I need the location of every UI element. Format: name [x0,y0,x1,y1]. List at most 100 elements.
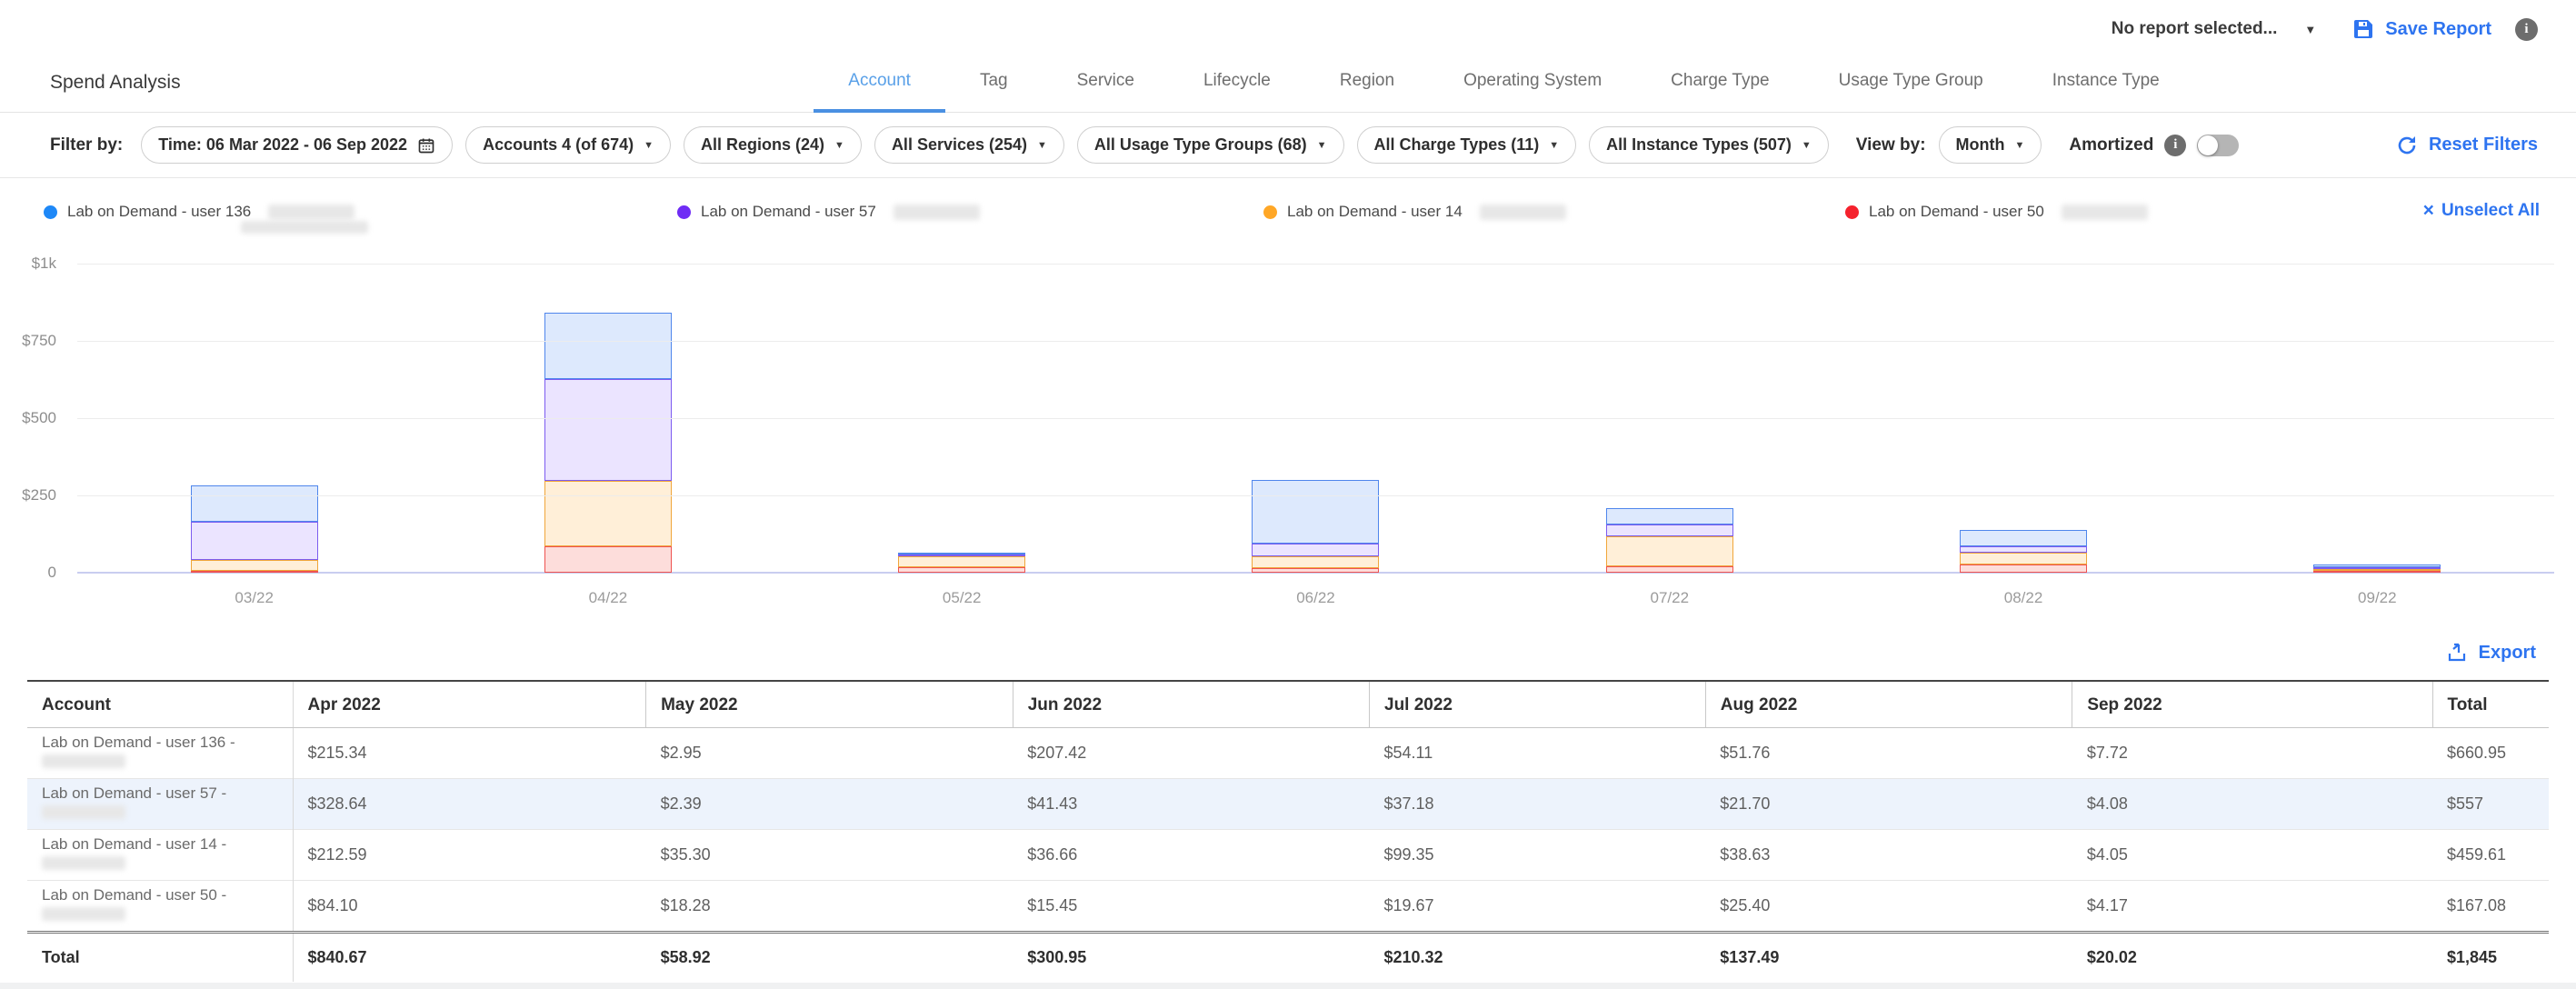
stacked-bar-06-22[interactable] [1252,480,1379,573]
filter-pill-time[interactable]: Time: 06 Mar 2022 - 06 Sep 2022 [141,126,453,164]
redacted-text [42,856,125,870]
amortized-toggle[interactable] [2197,135,2239,156]
filter-pill-all-charge-types-11-all-charge-types[interactable]: All Charge Types (11) ▼ [1357,126,1577,164]
table-row-lab-on-demand-user-14[interactable]: Lab on Demand - user 14 -$212.59$35.30$3… [27,830,2549,881]
stacked-bar-09-22[interactable] [2313,564,2441,573]
bar-segment-lab-on-demand-user-57 [1606,524,1733,536]
table-row-lab-on-demand-user-50[interactable]: Lab on Demand - user 50 -$84.10$18.28$15… [27,881,2549,933]
tab-region[interactable]: Region [1305,71,1429,113]
x-tick-label: 03/22 [77,589,431,607]
filter-pill-accounts-4-of-674-accounts-4[interactable]: Accounts 4 (of 674)▼ [465,126,671,164]
pill-label: Time: 06 Mar 2022 - 06 Sep 2022 [158,135,407,155]
y-tick-label: $500 [0,409,56,427]
tab-service[interactable]: Service [1043,71,1169,113]
pill-label: All Charge Types (11) [1374,135,1540,155]
value-cell: $2.39 [646,779,1013,830]
refresh-icon [2396,135,2418,156]
bar-segment-lab-on-demand-user-57 [191,522,318,560]
filter-pill-all-instance-types-507-all-instance-types[interactable]: All Instance Types (507)▼ [1589,126,1829,164]
bar-segment-lab-on-demand-user-50 [1606,566,1733,573]
legend-dot-icon [677,205,691,219]
value-cell: $21.70 [1705,779,2072,830]
bar-segment-lab-on-demand-user-14 [1960,553,2087,564]
bar-segment-lab-on-demand-user-136 [544,313,672,379]
pill-label: All Usage Type Groups (68) [1094,135,1307,155]
column-header-aug-2022: Aug 2022 [1705,681,2072,728]
save-report-button[interactable]: Save Report [2352,18,2491,40]
amortized-control: Amortized i [2069,135,2239,156]
stacked-bar-07-22[interactable] [1606,508,1733,573]
export-button[interactable]: Export [2446,642,2536,664]
chevron-down-icon: ▼ [834,140,844,151]
value-cell: $25.40 [1705,881,2072,933]
tab-charge-type[interactable]: Charge Type [1636,71,1803,113]
tab-instance-type[interactable]: Instance Type [2018,71,2194,113]
table-row-lab-on-demand-user-136[interactable]: Lab on Demand - user 136 -$215.34$2.95$2… [27,728,2549,779]
tab-lifecycle[interactable]: Lifecycle [1169,71,1305,113]
stacked-bar-05-22[interactable] [898,553,1025,573]
calendar-icon [417,136,435,155]
x-axis-labels: 03/2204/2205/2206/2207/2208/2209/22 [77,589,2554,607]
tab-operating-system[interactable]: Operating System [1429,71,1636,113]
value-cell: $7.72 [2072,728,2432,779]
legend-item-lab-on-demand-user-57[interactable]: Lab on Demand - user 57 [677,203,1263,221]
gridline [77,495,2554,496]
header: Spend Analysis AccountTagServiceLifecycl… [0,45,2576,113]
bar-segment-lab-on-demand-user-136 [1252,480,1379,544]
account-cell: Lab on Demand - user 50 - [27,881,293,933]
legend-item-lab-on-demand-user-50[interactable]: Lab on Demand - user 50 [1845,203,2391,221]
filter-pill-all-regions-24-all-regions[interactable]: All Regions (24) ▼ [684,126,862,164]
stacked-bar-03-22[interactable] [191,485,318,574]
chevron-down-icon: ▼ [1549,140,1559,151]
pill-label: All Instance Types (507) [1606,135,1792,155]
view-by-label: View by: [1856,135,1926,155]
value-cell: $15.45 [1013,881,1369,933]
info-icon[interactable]: i [2164,135,2186,156]
bar-segment-lab-on-demand-user-136 [191,485,318,522]
bar-segment-lab-on-demand-user-57 [1960,546,2087,553]
view-by-dropdown[interactable]: Month ▼ [1939,126,2042,164]
bar-segment-lab-on-demand-user-50 [1252,568,1379,573]
unselect-all-label: Unselect All [2441,201,2540,221]
total-value-cell: $300.95 [1013,933,1369,983]
reset-filters-button[interactable]: Reset Filters [2396,135,2538,156]
info-icon[interactable]: i [2515,18,2538,41]
reset-filters-label: Reset Filters [2429,135,2538,155]
column-header-jul-2022: Jul 2022 [1370,681,1706,728]
total-value-cell: $58.92 [646,933,1013,983]
report-selector[interactable]: No report selected... ▼ [2112,19,2317,39]
value-cell: $4.17 [2072,881,2432,933]
tab-bar: AccountTagServiceLifecycleRegionOperatin… [432,71,2576,112]
filter-pill-all-services-254-all-services[interactable]: All Services (254)▼ [874,126,1064,164]
tab-tag[interactable]: Tag [945,71,1043,113]
column-header-total: Total [2432,681,2549,728]
table-row-lab-on-demand-user-57[interactable]: Lab on Demand - user 57 -$328.64$2.39$41… [27,779,2549,830]
value-cell: $84.10 [293,881,646,933]
legend-label: Lab on Demand - user 136 [67,203,251,221]
total-value-cell: $840.67 [293,933,646,983]
stacked-bar-08-22[interactable] [1960,530,2087,573]
unselect-all-button[interactable]: × Unselect All [2423,200,2540,222]
export-icon [2446,642,2468,664]
pill-label: All Regions (24) [701,135,824,155]
bar-segment-lab-on-demand-user-136 [1960,530,2087,546]
bar-segment-lab-on-demand-user-50 [898,567,1025,573]
tab-usage-type-group[interactable]: Usage Type Group [1804,71,2018,113]
tab-account[interactable]: Account [814,71,945,113]
value-cell: $54.11 [1370,728,1706,779]
column-header-jun-2022: Jun 2022 [1013,681,1369,728]
redacted-text [42,754,125,768]
pill-label: Accounts 4 (of 674) [483,135,634,155]
legend-dot-icon [1263,205,1277,219]
column-header-may-2022: May 2022 [646,681,1013,728]
filter-pill-all-usage-type-groups-68-all-usage-type-groups[interactable]: All Usage Type Groups (68)▼ [1077,126,1344,164]
legend-item-lab-on-demand-user-14[interactable]: Lab on Demand - user 14 [1263,203,1845,221]
legend-item-lab-on-demand-user-136[interactable]: Lab on Demand - user 136 [44,203,677,221]
stacked-bar-04-22[interactable] [544,313,672,573]
redacted-text [241,221,368,234]
bottom-scroll-strip[interactable] [0,983,2576,989]
y-tick-label: $1k [0,255,56,273]
spend-table: AccountApr 2022May 2022Jun 2022Jul 2022A… [27,680,2549,982]
bar-segment-lab-on-demand-user-14 [898,556,1025,567]
value-cell: $99.35 [1370,830,1706,881]
